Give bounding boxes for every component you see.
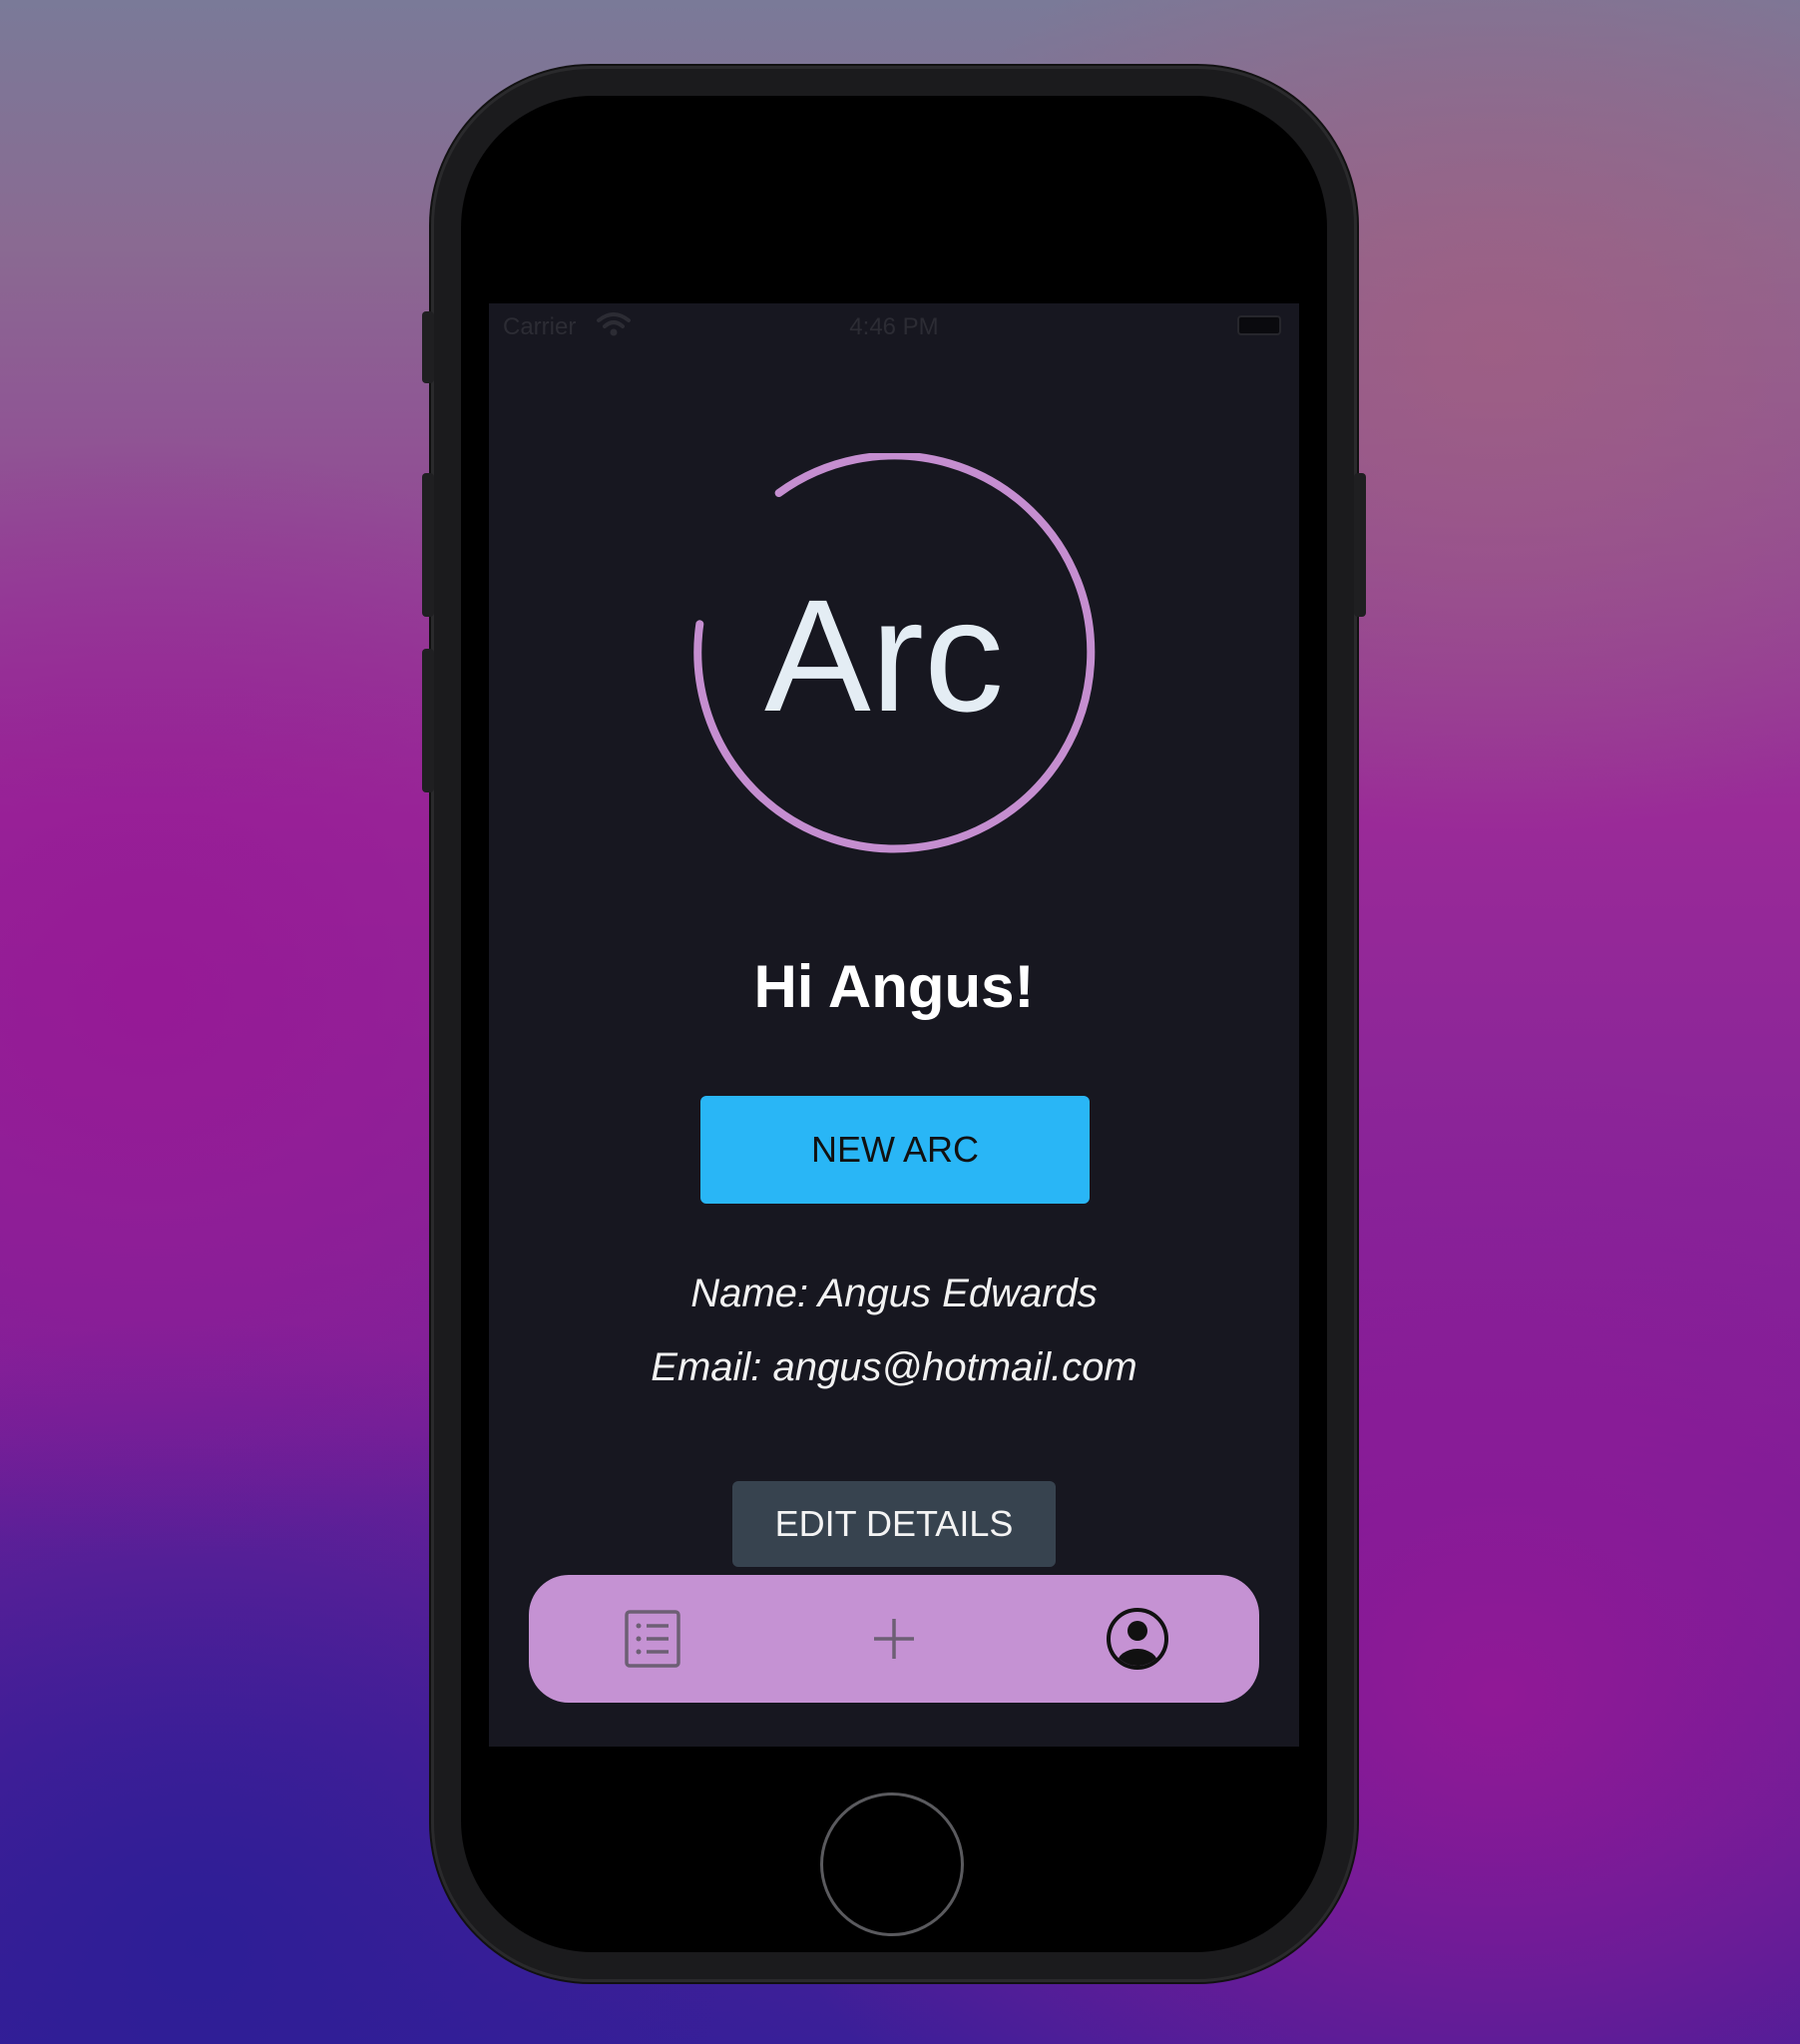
profile-email: Email: angus@hotmail.com <box>651 1345 1137 1389</box>
power-button <box>1354 473 1366 617</box>
plus-icon <box>874 1619 914 1659</box>
status-time: 4:46 PM <box>849 313 939 340</box>
status-bar: Carrier 4:46 PM <box>489 303 1299 347</box>
new-arc-button[interactable]: NEW ARC <box>700 1096 1090 1204</box>
profile-name: Name: Angus Edwards <box>690 1272 1098 1315</box>
logo-text: Arc <box>764 566 1004 745</box>
volume-down-button <box>422 649 434 792</box>
app-screen: Carrier 4:46 PM Arc Hi Angus! NEW ARC Na… <box>489 303 1299 1747</box>
arc-logo: Arc <box>693 453 1096 853</box>
list-icon <box>625 1610 680 1668</box>
mute-switch <box>422 311 434 383</box>
tab-bar <box>529 1575 1259 1703</box>
home-button[interactable] <box>820 1792 964 1936</box>
battery-icon <box>1237 315 1281 335</box>
tab-profile[interactable] <box>1102 1603 1173 1675</box>
tab-add[interactable] <box>858 1603 930 1675</box>
edit-details-button[interactable]: EDIT DETAILS <box>732 1481 1056 1567</box>
greeting-heading: Hi Angus! <box>753 953 1035 1020</box>
volume-up-button <box>422 473 434 617</box>
tab-list[interactable] <box>617 1603 688 1675</box>
profile-icon <box>1107 1608 1168 1670</box>
